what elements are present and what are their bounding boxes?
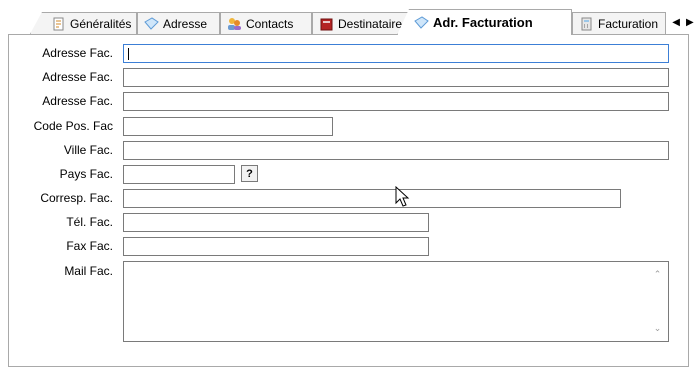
tab-adresse[interactable]: Adresse: [137, 12, 220, 34]
code-postal-label: Code Pos. Fac: [33, 119, 113, 133]
ville-field[interactable]: [123, 141, 669, 160]
code-postal-field[interactable]: [123, 117, 333, 136]
tab-label: Facturation: [598, 16, 659, 31]
tab-label: Destinataire: [338, 16, 403, 31]
tab-label: Adr. Facturation: [433, 15, 533, 30]
correspondant-label: Corresp. Fac.: [40, 191, 113, 205]
scroll-up-icon[interactable]: ⌃: [653, 270, 662, 279]
tab-adr-facturation[interactable]: Adr. Facturation: [397, 9, 572, 35]
calculator-icon: [579, 17, 594, 31]
tab-contacts[interactable]: Contacts: [220, 12, 312, 34]
adresse-fac-field-1[interactable]: [123, 44, 669, 63]
fax-label: Fax Fac.: [66, 239, 113, 253]
chevron-right-icon[interactable]: ▶: [686, 17, 694, 28]
telephone-label: Tél. Fac.: [66, 215, 113, 229]
pays-label: Pays Fac.: [59, 167, 113, 181]
tab-generalites[interactable]: Généralités: [30, 12, 137, 34]
ville-label: Ville Fac.: [63, 143, 113, 157]
adresse-fac-label-3: Adresse Fac.: [42, 94, 113, 108]
tab-label: Adresse: [163, 16, 208, 31]
people-icon: [227, 17, 242, 31]
tab-label: Généralités: [70, 16, 132, 31]
tab-scroll: ◀ ▶: [668, 12, 698, 32]
chevron-left-icon[interactable]: ◀: [672, 17, 680, 28]
fax-field[interactable]: [123, 237, 429, 256]
envelope-icon: [414, 15, 429, 30]
tab-label: Contacts: [246, 16, 294, 31]
telephone-field[interactable]: [123, 213, 429, 232]
text-caret: [128, 48, 129, 60]
mail-textarea[interactable]: ⌃ ⌄: [123, 261, 669, 342]
pays-field[interactable]: [123, 165, 235, 184]
book-icon: [319, 17, 334, 31]
mouse-cursor-icon: [395, 186, 410, 207]
pays-help-button[interactable]: ?: [241, 165, 258, 182]
document-icon: [51, 17, 66, 31]
adresse-fac-label-1: Adresse Fac.: [42, 46, 113, 60]
adresse-fac-field-3[interactable]: [123, 92, 669, 111]
envelope-icon: [144, 16, 159, 31]
tab-facturation[interactable]: Facturation: [572, 12, 666, 34]
mail-label: Mail Fac.: [64, 264, 113, 278]
correspondant-field[interactable]: [123, 189, 621, 208]
tab-bar: Généralités Adresse Contacts Destinatair…: [0, 0, 698, 35]
adresse-fac-field-2[interactable]: [123, 68, 669, 87]
scroll-down-icon[interactable]: ⌄: [653, 324, 662, 333]
tab-destinataire[interactable]: Destinataire: [312, 12, 409, 34]
adresse-fac-label-2: Adresse Fac.: [42, 70, 113, 84]
